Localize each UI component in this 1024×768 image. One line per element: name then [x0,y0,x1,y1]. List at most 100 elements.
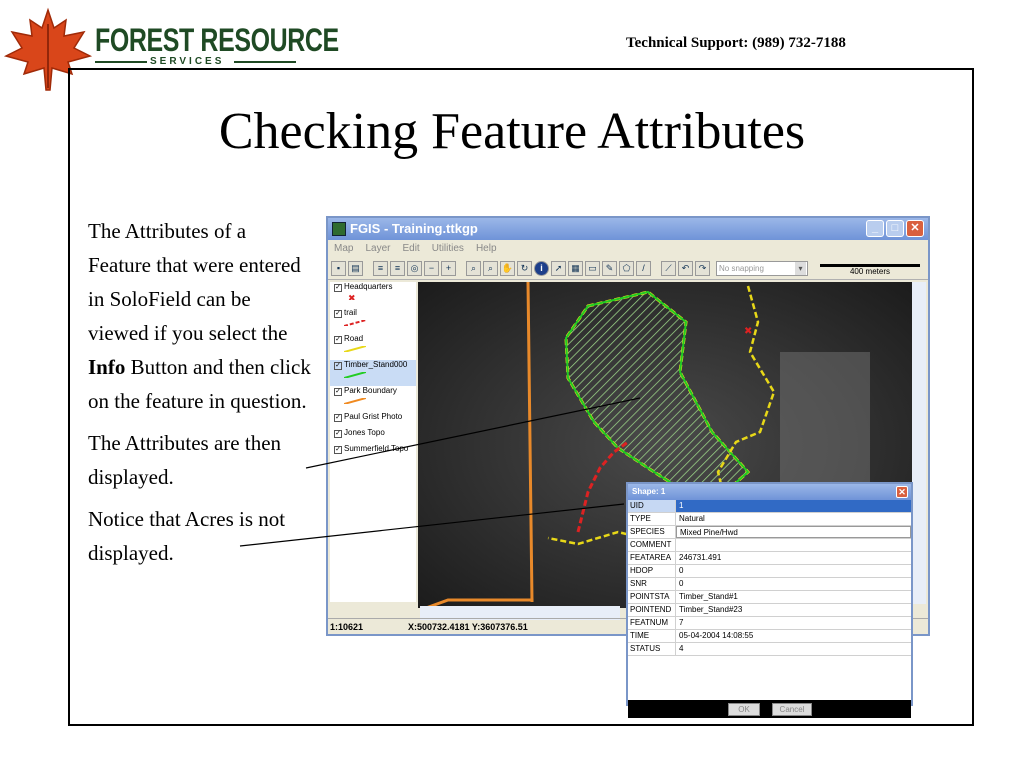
minimize-icon[interactable]: _ [866,220,884,237]
attribute-key: UID [628,500,676,512]
attribute-value[interactable]: 7 [676,617,911,629]
window-controls: _ □ ✕ [866,220,924,237]
close-icon[interactable]: ✕ [896,486,908,498]
zoom-tool-icon[interactable]: ⌕ [466,261,481,276]
vertical-scrollbar[interactable] [912,282,926,604]
menu-utilities[interactable]: Utilities [432,240,464,258]
table-row[interactable]: TIME 05-04-2004 14:08:55 [628,630,911,643]
checkbox-checked-icon[interactable]: ✓ [334,310,342,318]
save-icon[interactable]: ▪ [331,261,346,276]
line-symbol-icon [344,346,366,352]
attribute-value[interactable]: 0 [676,578,911,590]
attribute-value[interactable]: 4 [676,643,911,655]
checkbox-checked-icon[interactable]: ✓ [334,430,342,438]
slide-body: The Attributes of a Feature that were en… [88,214,314,578]
attribute-value[interactable]: Natural [676,513,911,525]
select-arrow-icon[interactable]: ➚ [551,261,566,276]
zoom-out-icon[interactable]: − [424,261,439,276]
checkbox-checked-icon[interactable]: ✓ [334,284,342,292]
edit-icon[interactable]: ✎ [602,261,617,276]
table-row[interactable]: FEATAREA 246731.491 [628,552,911,565]
app-titlebar: FGIS - Training.ttkgp _ □ ✕ [328,218,928,240]
zoom-in-icon[interactable]: + [441,261,456,276]
app-title: FGIS - Training.ttkgp [350,221,478,236]
layer-props-icon[interactable]: ≡ [390,261,405,276]
table-row[interactable]: HDOP 0 [628,565,911,578]
attribute-key: HDOP [628,565,676,577]
refresh-icon[interactable]: ↻ [517,261,532,276]
ok-button[interactable]: OK [728,703,760,716]
attribute-value[interactable]: Timber_Stand#1 [676,591,911,603]
pencil-icon[interactable]: / [636,261,651,276]
attribute-value[interactable]: 1 [676,500,911,512]
status-scale: 1:10621 [330,622,364,632]
layer-item-headquarters[interactable]: ✓ Headquarters ✖ [330,282,416,308]
technical-support-phone: Technical Support: (989) 732-7188 [626,35,846,51]
attribute-value[interactable]: 05-04-2004 14:08:55 [676,630,911,642]
layer-label: Jones Topo [344,428,385,437]
menu-help[interactable]: Help [476,240,497,258]
layer-list: ✓ Headquarters ✖ ✓ trail ✓ Road ✓ Timber_Stan… [330,282,416,602]
layer-item-park-boundary[interactable]: ✓ Park Boundary [330,386,416,412]
close-icon[interactable]: ✕ [906,220,924,237]
zoom-box-icon[interactable]: ⌕ [483,261,498,276]
water-body [780,352,870,492]
table-row[interactable]: COMMENT [628,539,911,552]
toolbar: ▪ ▤ ≡ ≡ ◎ − + ⌕ ⌕ ✋ ↻ i ➚ ▦ ▭ ✎ ⬠ / ⟋ ↶ … [328,258,928,331]
layer-label: Road [344,334,364,343]
snapping-select[interactable]: No snapping [716,261,808,276]
maximize-icon[interactable]: □ [886,220,904,237]
table-row[interactable]: POINTEND Timber_Stand#23 [628,604,911,617]
rectangle-icon[interactable]: ▭ [585,261,600,276]
table-row[interactable]: STATUS 4 [628,643,911,656]
attribute-key: TIME [628,630,676,642]
table-row[interactable]: FEATNUM 7 [628,617,911,630]
line-symbol-icon [344,320,366,326]
menu-map[interactable]: Map [334,240,353,258]
undo-icon[interactable]: ↶ [678,261,693,276]
layer-item-paul-grist-photo[interactable]: ✓ Paul Grist Photo [330,412,416,428]
layer-item-summerfield-topo[interactable]: ✓ Summerfield Topo [330,444,416,460]
paragraph-info-button: The Attributes of a Feature that were en… [88,214,314,418]
checkbox-checked-icon[interactable]: ✓ [334,362,342,370]
table-row[interactable]: SNR 0 [628,578,911,591]
attribute-value[interactable] [676,539,911,551]
polygon-icon[interactable]: ⬠ [619,261,634,276]
attribute-value[interactable]: 246731.491 [676,552,911,564]
attribute-key: SNR [628,578,676,590]
table-row[interactable]: UID 1 [628,500,911,513]
table-row[interactable]: SPECIES Mixed Pine/Hwd [628,526,911,539]
logo-rule-left [95,61,147,63]
attribute-key: TYPE [628,513,676,525]
attribute-value[interactable]: 0 [676,565,911,577]
redo-icon[interactable]: ↷ [695,261,710,276]
cancel-button[interactable]: Cancel [772,703,812,716]
measure-icon[interactable]: ⟋ [661,261,676,276]
checkbox-checked-icon[interactable]: ✓ [334,446,342,454]
layer-item-timber-stand[interactable]: ✓ Timber_Stand000 [330,360,416,386]
attribute-key: POINTEND [628,604,676,616]
checkbox-checked-icon[interactable]: ✓ [334,414,342,422]
pan-hand-icon[interactable]: ✋ [500,261,515,276]
checkbox-checked-icon[interactable]: ✓ [334,336,342,344]
table-row[interactable]: POINTSTA Timber_Stand#1 [628,591,911,604]
layer-add-icon[interactable]: ≡ [373,261,388,276]
layer-item-jones-topo[interactable]: ✓ Jones Topo [330,428,416,444]
attribute-value[interactable]: Timber_Stand#23 [676,604,911,616]
menu-layer[interactable]: Layer [365,240,390,258]
info-button-icon[interactable]: i [534,261,549,276]
table-icon[interactable]: ▦ [568,261,583,276]
checkbox-checked-icon[interactable]: ✓ [334,388,342,396]
print-icon[interactable]: ▤ [348,261,363,276]
attribute-key: STATUS [628,643,676,655]
attribute-key: FEATAREA [628,552,676,564]
scale-bar: 400 meters [818,260,922,278]
attribute-value[interactable]: Mixed Pine/Hwd [676,526,911,538]
layer-item-road[interactable]: ✓ Road [330,334,416,360]
layer-item-trail[interactable]: ✓ trail [330,308,416,334]
table-row[interactable]: TYPE Natural [628,513,911,526]
attributes-dialog: Shape: 1 ✕ UID 1 TYPE Natural SPECIES Mixed… [626,482,913,718]
zoom-full-icon[interactable]: ◎ [407,261,422,276]
menu-edit[interactable]: Edit [402,240,419,258]
layer-label: Headquarters [344,282,393,291]
